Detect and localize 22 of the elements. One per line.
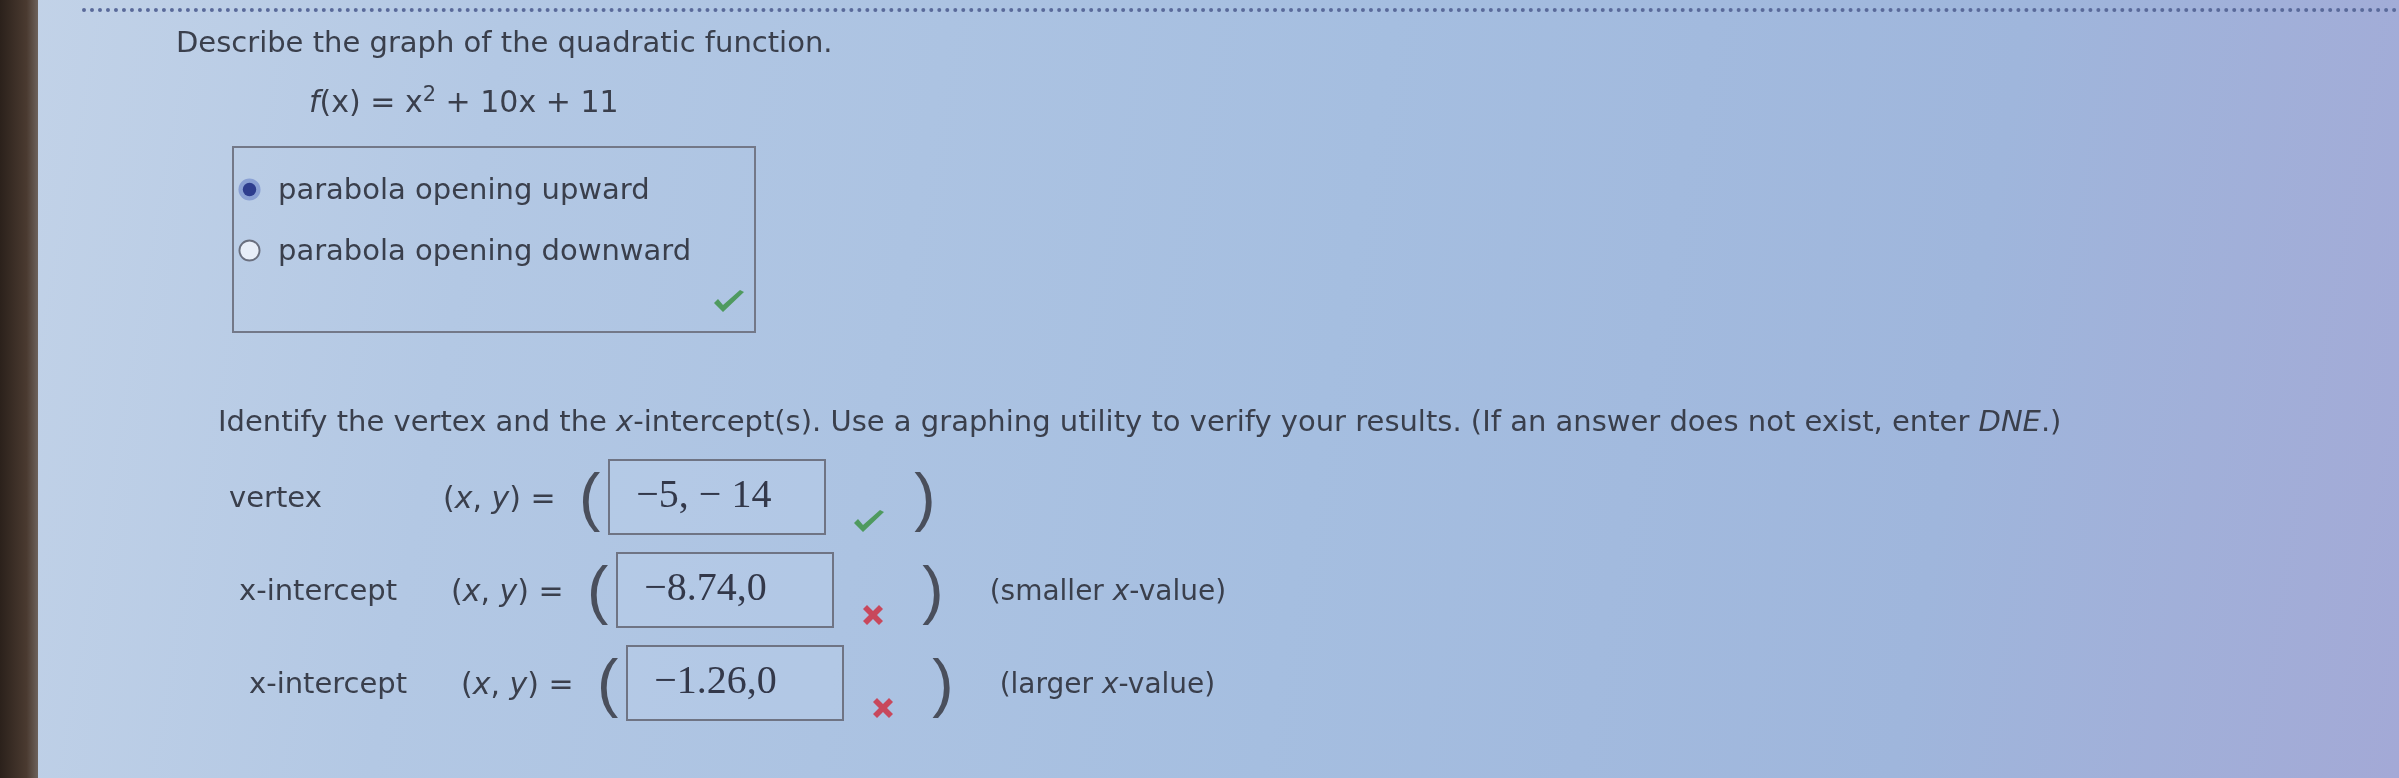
instructions-text: Identify the vertex and the x-intercept(s). Use a graphing utility to verify your results. (If an answer does not exist, enter DNE.) (218, 403, 2063, 439)
row-label: vertex (229, 480, 323, 514)
close-parenthesis: ) (922, 554, 944, 626)
coordinate-label: (x, y) = (451, 572, 565, 608)
open-parenthesis: ( (597, 647, 619, 719)
coordinate-label: (x, y) = (461, 665, 575, 701)
radio-option[interactable]: parabola opening downward (238, 229, 692, 271)
open-parenthesis: ( (579, 461, 601, 533)
question-prompt: Describe the graph of the quadratic function. (176, 24, 834, 60)
answer-field[interactable]: −8.74,0 (616, 552, 835, 628)
coordinate-label: (x, y) = (443, 479, 557, 515)
close-parenthesis: ) (932, 647, 954, 719)
answer-field[interactable]: −5, − 14 (608, 459, 827, 535)
radio-option[interactable]: parabola opening upward (238, 168, 650, 210)
hint-text: (smaller x-value) (989, 573, 1227, 607)
close-parenthesis: ) (914, 461, 936, 533)
open-parenthesis: ( (587, 554, 609, 626)
hint-text: (larger x-value) (999, 666, 1216, 700)
row-label: x-intercept (249, 666, 409, 700)
function-equation: f(x) = x$^{2}$ + 10x + 11 (309, 84, 620, 120)
row-label: x-intercept (239, 573, 399, 607)
answer-field[interactable]: −1.26,0 (626, 645, 845, 721)
